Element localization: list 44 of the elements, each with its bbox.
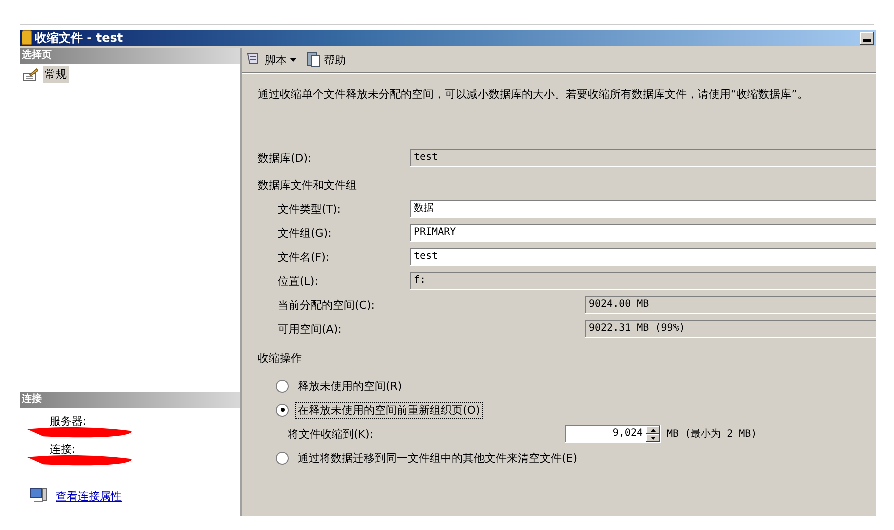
option-label[interactable]: 释放未使用的空间(R): [295, 378, 406, 394]
radio-button[interactable]: [276, 380, 289, 392]
settings-page-icon: [23, 68, 39, 82]
readonly-field: 9022.31 MB (99%): [585, 320, 876, 338]
description-text: 通过收缩单个文件释放未分配的空间，可以减小数据库的大小。若要收缩所有数据库文件，请使用“收缩数据库”。: [258, 87, 810, 102]
input-field: f:: [410, 272, 876, 290]
option-label[interactable]: 在释放未使用的空间前重新组织页(O): [295, 402, 484, 418]
field-label: 位置(L):: [278, 274, 320, 288]
computer-icon: [30, 488, 48, 504]
field-label: 文件组(G):: [278, 226, 333, 240]
option-label[interactable]: 通过将数据迁移到同一文件组中的其他文件来清空文件(E): [295, 450, 581, 466]
field-label: 将文件收缩到(K):: [287, 426, 375, 442]
radio-button[interactable]: [276, 404, 289, 416]
size-spinner[interactable]: 9,024: [565, 425, 661, 443]
input-field[interactable]: 数据: [410, 200, 876, 218]
field-label: 当前分配的空间(C):: [278, 298, 376, 312]
minimize-icon: [863, 38, 871, 42]
input-field[interactable]: test: [410, 248, 876, 266]
database-icon: [22, 30, 32, 46]
connection-label: 服务器:: [50, 414, 88, 430]
field-label: 可用空间(A):: [278, 322, 343, 336]
page-item[interactable]: 常规: [43, 66, 69, 83]
connection-label: 连接:: [50, 442, 77, 458]
caret-icon: [290, 58, 297, 62]
up-arrow-icon: [650, 428, 656, 432]
section-title: 数据库文件和文件组: [258, 178, 358, 193]
database-field: test: [410, 149, 876, 167]
unit-text: MB (最小为 2 MB): [667, 428, 758, 441]
section-header: 选择页: [20, 48, 240, 64]
field-label: 文件名(F):: [278, 250, 331, 264]
input-field[interactable]: PRIMARY: [410, 224, 876, 242]
help-icon: [307, 52, 321, 68]
radio-button[interactable]: [276, 452, 289, 464]
field-label: 文件类型(T):: [278, 202, 342, 216]
script-button[interactable]: 脚本: [244, 51, 299, 69]
minimize-button[interactable]: [860, 32, 874, 44]
section-title: 收缩操作: [258, 351, 303, 366]
section-header: 连接: [20, 392, 240, 408]
field-label: 数据库(D):: [258, 150, 313, 166]
readonly-field: 9024.00 MB: [585, 296, 876, 314]
help-button[interactable]: 帮助: [305, 51, 348, 69]
window-title: 收缩文件 - test: [35, 30, 124, 46]
down-arrow-icon: [650, 436, 656, 440]
connection-properties-link[interactable]: 查看连接属性: [56, 488, 122, 504]
